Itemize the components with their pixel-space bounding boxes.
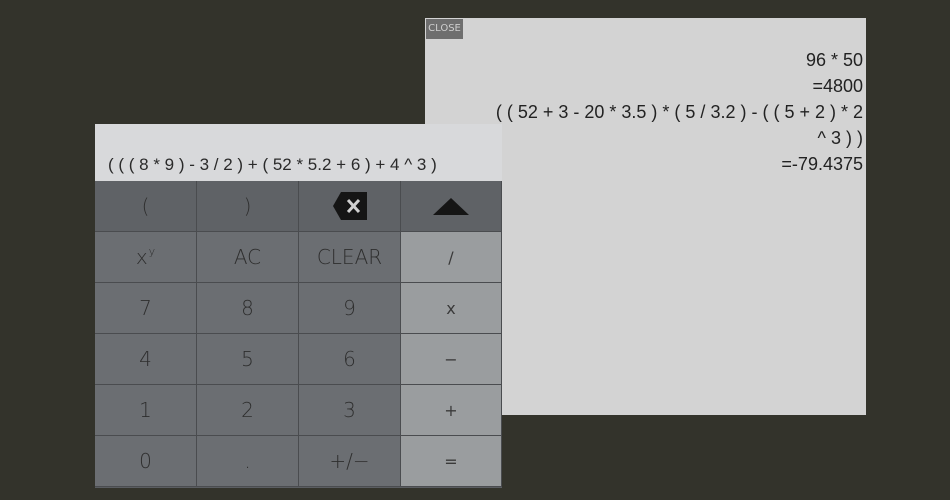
history-list: 96 * 50 =4800 ( ( 52 + 3 - 20 * 3.5 ) * … [443, 47, 863, 177]
expand-button[interactable] [401, 181, 502, 232]
equals-button[interactable]: = [401, 436, 502, 487]
sign-toggle-button[interactable]: +/− [299, 436, 401, 487]
ac-button[interactable]: AC [197, 232, 299, 283]
history-line: =-79.4375 [781, 154, 863, 174]
plus-button[interactable]: + [401, 385, 502, 436]
two-button[interactable]: 2 [197, 385, 299, 436]
close-paren-button[interactable]: ) [197, 181, 299, 232]
decimal-button[interactable]: . [197, 436, 299, 487]
minus-button[interactable]: − [401, 334, 502, 385]
history-line: =4800 [812, 76, 863, 96]
three-button[interactable]: 3 [299, 385, 401, 436]
divide-button[interactable]: / [401, 232, 502, 283]
power-base-label: x [135, 245, 148, 269]
multiply-button[interactable]: x [401, 283, 502, 334]
clear-button[interactable]: CLEAR [299, 232, 401, 283]
history-line: ( ( 52 + 3 - 20 * 3.5 ) * ( 5 / 3.2 ) - … [495, 102, 863, 122]
open-paren-button[interactable]: ( [95, 181, 197, 232]
calculator-display: ( ( ( 8 * 9 ) - 3 / 2 ) + ( 52 * 5.2 + 6… [95, 124, 502, 181]
caret-up-icon [433, 197, 469, 215]
six-button[interactable]: 6 [299, 334, 401, 385]
close-button[interactable]: CLOSE [426, 19, 463, 39]
power-button[interactable]: xy [95, 232, 197, 283]
seven-button[interactable]: 7 [95, 283, 197, 334]
one-button[interactable]: 1 [95, 385, 197, 436]
power-exp-label: y [148, 244, 156, 258]
four-button[interactable]: 4 [95, 334, 197, 385]
history-line: ^ 3 ) ) [817, 128, 863, 148]
nine-button[interactable]: 9 [299, 283, 401, 334]
keypad: ( ) xy AC CLEAR / 7 8 9 x 4 5 6 − 1 2 3 … [95, 181, 502, 488]
zero-button[interactable]: 0 [95, 436, 197, 487]
expression-display: ( ( ( 8 * 9 ) - 3 / 2 ) + ( 52 * 5.2 + 6… [108, 155, 437, 174]
backspace-button[interactable] [299, 181, 401, 232]
eight-button[interactable]: 8 [197, 283, 299, 334]
history-line: 96 * 50 [805, 50, 863, 70]
calculator: ( ( ( 8 * 9 ) - 3 / 2 ) + ( 52 * 5.2 + 6… [95, 124, 502, 488]
backspace-icon [332, 192, 367, 220]
five-button[interactable]: 5 [197, 334, 299, 385]
